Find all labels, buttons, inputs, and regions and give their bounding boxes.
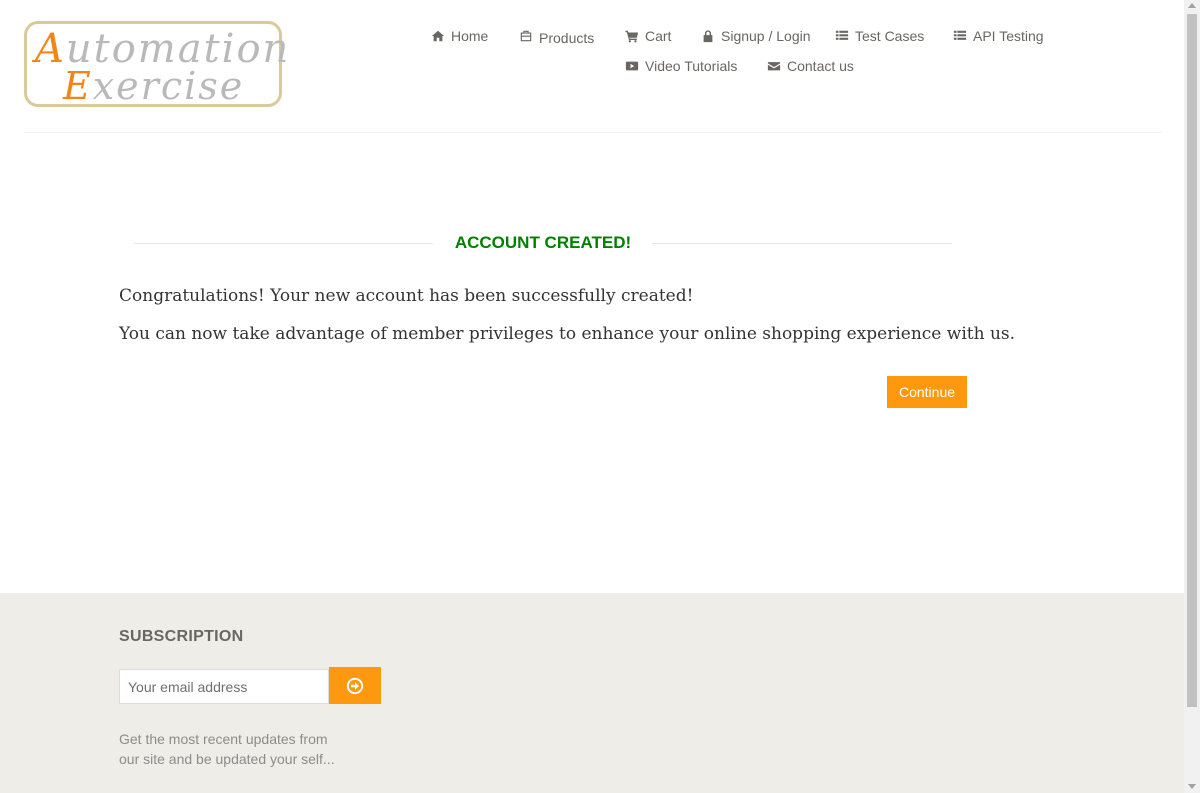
subscription-description: Get the most recent updates from our sit…	[119, 731, 335, 767]
products-icon	[520, 30, 532, 42]
logo-line-2: Exercise	[63, 64, 245, 108]
subscribe-email-input[interactable]	[119, 669, 329, 704]
vertical-scrollbar[interactable]	[1184, 0, 1200, 793]
nav-label: Video Tutorials	[645, 58, 738, 74]
account-created-heading: ACCOUNT CREATED!	[134, 230, 952, 256]
nav-label: Signup / Login	[721, 28, 811, 44]
page-title: ACCOUNT CREATED!	[454, 233, 632, 252]
nav-label: API Testing	[973, 28, 1044, 44]
nav-item-home[interactable]: Home	[431, 28, 488, 44]
continue-button[interactable]: Continue	[887, 376, 967, 408]
privileges-message: You can now take advantage of member pri…	[119, 324, 1016, 344]
list-icon	[953, 30, 967, 40]
nav-item-test-cases[interactable]: Test Cases	[835, 28, 924, 44]
cart-icon	[625, 30, 639, 43]
nav-item-signup-login[interactable]: Signup / Login	[701, 28, 811, 44]
scroll-up-arrow-icon[interactable]	[1188, 3, 1196, 8]
site-header: Automation Exercise Home Products Cart S…	[0, 0, 1184, 133]
subscription-title: SUBSCRIPTION	[119, 628, 244, 645]
nav-label: Cart	[645, 28, 672, 44]
success-message: Congratulations! Your new account has be…	[119, 286, 694, 306]
nav-label: Products	[539, 30, 595, 46]
nav-label: Contact us	[787, 58, 854, 74]
lock-icon	[703, 30, 713, 43]
scrollbar-thumb[interactable]	[1187, 14, 1197, 707]
scroll-down-arrow-icon[interactable]	[1188, 784, 1196, 789]
nav-item-contact-us[interactable]: Contact us	[767, 58, 854, 74]
list-icon	[835, 30, 849, 40]
nav-item-products[interactable]: Products	[519, 28, 595, 46]
arrow-circle-right-icon	[346, 677, 364, 694]
nav-item-video-tutorials[interactable]: Video Tutorials	[625, 58, 737, 74]
footer: SUBSCRIPTION Get the most recent updates…	[0, 593, 1184, 793]
site-logo[interactable]: Automation Exercise	[24, 21, 288, 108]
envelope-icon	[767, 62, 781, 71]
page: Automation Exercise Home Products Cart S…	[0, 0, 1184, 793]
header-divider	[24, 132, 1162, 133]
nav-item-api-testing[interactable]: API Testing	[953, 28, 1044, 44]
home-icon	[431, 30, 445, 42]
nav-label: Home	[451, 28, 489, 44]
youtube-icon	[625, 61, 639, 71]
nav-item-cart[interactable]: Cart	[625, 28, 671, 44]
subscribe-button[interactable]	[329, 667, 381, 704]
nav-label: Test Cases	[855, 28, 925, 44]
